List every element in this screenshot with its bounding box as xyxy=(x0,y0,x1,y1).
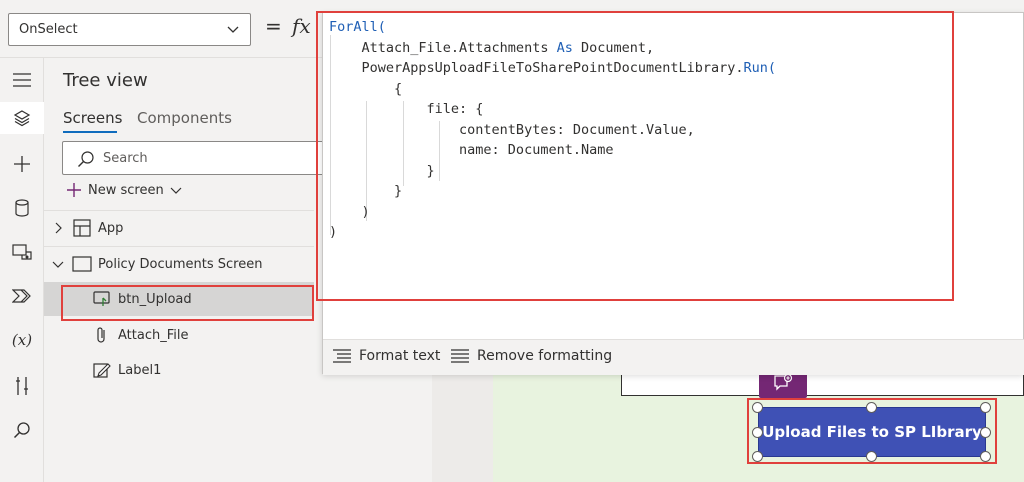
search-placeholder: Search xyxy=(103,151,148,166)
tree-item-attach-file[interactable]: Attach_File xyxy=(44,318,314,352)
tree-item-label: App xyxy=(98,220,124,236)
new-screen-button[interactable]: New screen xyxy=(66,182,182,198)
chevron-down-icon xyxy=(170,187,182,194)
format-text-button[interactable]: Format text xyxy=(333,348,440,364)
tab-components-label: Components xyxy=(137,109,232,127)
fx-icon[interactable]: fx xyxy=(292,14,311,38)
tab-components[interactable]: Components xyxy=(137,109,232,127)
format-text-icon xyxy=(333,349,351,363)
tree-item-label1[interactable]: Label1 xyxy=(44,353,314,387)
chevron-down-icon xyxy=(52,261,64,268)
plus-icon xyxy=(67,183,81,197)
format-text-label: Format text xyxy=(359,348,441,364)
tree-item-label: Label1 xyxy=(118,362,162,378)
tree-view-title: Tree view xyxy=(63,70,148,91)
property-dropdown-value: OnSelect xyxy=(19,22,78,37)
remove-formatting-label: Remove formatting xyxy=(477,348,613,364)
variables-icon[interactable]: (x) xyxy=(6,324,38,356)
highlight-box-upload-button xyxy=(747,398,997,464)
search-icon xyxy=(78,151,94,167)
tab-screens-label: Screens xyxy=(63,109,123,127)
left-rail: (x) xyxy=(0,58,44,482)
tree-item-label: Attach_File xyxy=(118,327,189,343)
remove-formatting-button[interactable]: Remove formatting xyxy=(451,348,612,364)
search-icon[interactable] xyxy=(6,414,38,446)
app-icon xyxy=(72,218,92,238)
tree-item-app[interactable]: App xyxy=(44,211,314,245)
tree-item-label: Policy Documents Screen xyxy=(98,256,263,272)
advanced-tools-icon[interactable] xyxy=(6,370,38,402)
insert-plus-icon[interactable] xyxy=(6,148,38,180)
screen-icon xyxy=(72,254,92,274)
label-edit-icon xyxy=(92,360,112,380)
editor-toolbar: Format text Remove formatting xyxy=(323,339,1024,375)
data-cylinder-icon[interactable] xyxy=(6,192,38,224)
media-icon[interactable] xyxy=(6,236,38,268)
highlight-box-btn-upload xyxy=(61,285,314,321)
hamburger-menu-icon[interactable] xyxy=(6,64,38,96)
tab-active-underline xyxy=(63,131,117,133)
tree-item-policy-documents-screen[interactable]: Policy Documents Screen xyxy=(44,247,314,281)
tab-screens[interactable]: Screens xyxy=(63,109,123,133)
property-dropdown[interactable]: OnSelect xyxy=(8,13,251,46)
chevron-down-icon xyxy=(227,26,239,33)
remove-formatting-icon xyxy=(451,349,469,363)
equals-sign: = xyxy=(265,14,282,38)
power-automate-icon[interactable] xyxy=(6,280,38,312)
chevron-right-icon xyxy=(55,222,62,234)
tree-view-layers-icon[interactable] xyxy=(0,102,44,134)
tree-search-input[interactable]: Search xyxy=(62,141,324,175)
highlight-box-formula xyxy=(316,11,954,301)
new-screen-label: New screen xyxy=(88,182,164,198)
paperclip-icon xyxy=(92,325,112,345)
